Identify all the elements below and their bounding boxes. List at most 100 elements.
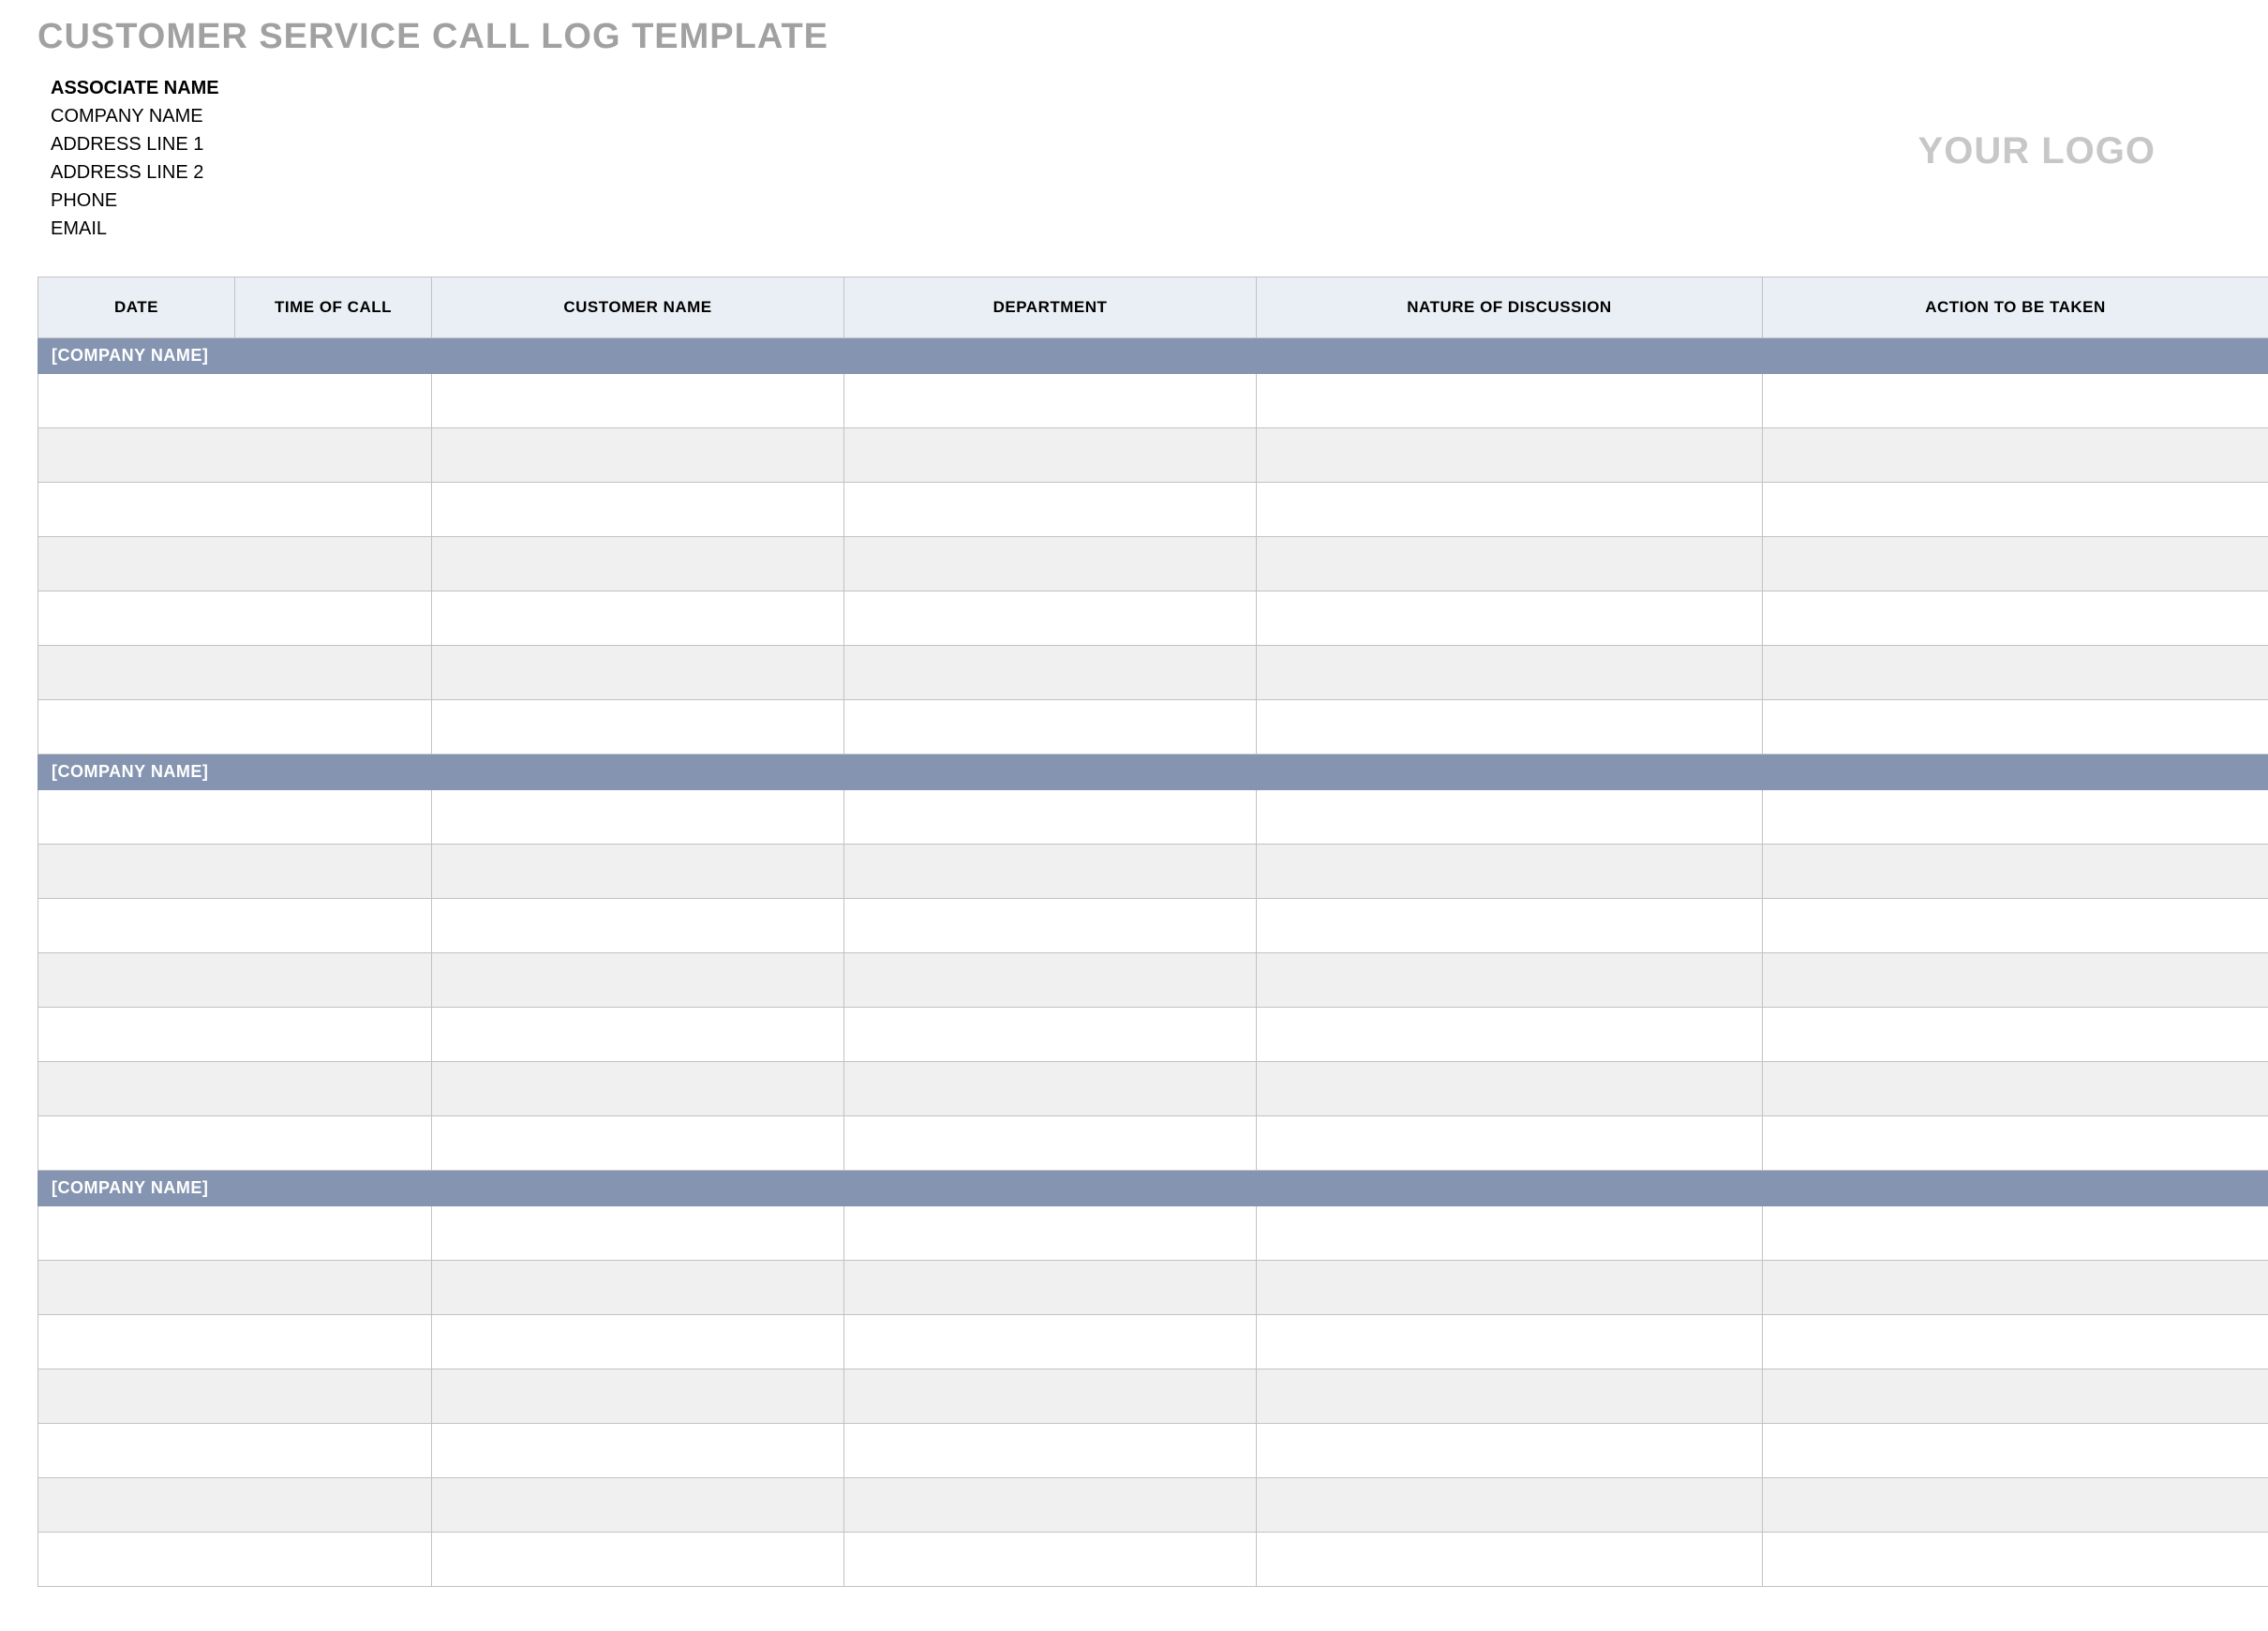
input-dept[interactable] — [854, 1065, 1250, 1113]
input-action[interactable] — [1772, 1264, 2262, 1311]
input-dept[interactable] — [854, 1372, 1250, 1420]
input-time[interactable] — [245, 486, 425, 533]
cell-dept[interactable] — [844, 537, 1257, 591]
cell-nature[interactable] — [1257, 1478, 1763, 1533]
input-time[interactable] — [245, 703, 425, 751]
cell-action[interactable] — [1763, 1315, 2268, 1369]
cell-nature[interactable] — [1257, 537, 1763, 591]
cell-dept[interactable] — [844, 1424, 1257, 1478]
cell-action[interactable] — [1763, 591, 2268, 646]
cell-time[interactable] — [235, 845, 432, 899]
cell-time[interactable] — [235, 483, 432, 537]
input-action[interactable] — [1772, 1372, 2262, 1420]
cell-action[interactable] — [1763, 1478, 2268, 1533]
input-dept[interactable] — [854, 1535, 1250, 1583]
cell-time[interactable] — [235, 1369, 432, 1424]
input-date[interactable] — [48, 1209, 229, 1257]
input-nature[interactable] — [1266, 649, 1756, 696]
input-time[interactable] — [245, 377, 425, 425]
cell-action[interactable] — [1763, 899, 2268, 953]
input-nature[interactable] — [1266, 1318, 1756, 1366]
input-customer[interactable] — [441, 1318, 838, 1366]
input-dept[interactable] — [854, 540, 1250, 588]
input-time[interactable] — [245, 1372, 425, 1420]
input-dept[interactable] — [854, 377, 1250, 425]
input-nature[interactable] — [1266, 431, 1756, 479]
cell-nature[interactable] — [1257, 1206, 1763, 1261]
cell-time[interactable] — [235, 953, 432, 1008]
input-time[interactable] — [245, 1119, 425, 1167]
cell-customer[interactable] — [432, 1206, 844, 1261]
cell-dept[interactable] — [844, 374, 1257, 428]
input-action[interactable] — [1772, 1209, 2262, 1257]
cell-action[interactable] — [1763, 1261, 2268, 1315]
cell-nature[interactable] — [1257, 1424, 1763, 1478]
input-nature[interactable] — [1266, 1209, 1756, 1257]
cell-nature[interactable] — [1257, 428, 1763, 483]
input-nature[interactable] — [1266, 1010, 1756, 1058]
cell-nature[interactable] — [1257, 1369, 1763, 1424]
cell-nature[interactable] — [1257, 1116, 1763, 1171]
input-date[interactable] — [48, 431, 229, 479]
cell-time[interactable] — [235, 591, 432, 646]
cell-date[interactable] — [38, 1206, 235, 1261]
cell-customer[interactable] — [432, 953, 844, 1008]
cell-nature[interactable] — [1257, 953, 1763, 1008]
input-dept[interactable] — [854, 956, 1250, 1004]
input-time[interactable] — [245, 847, 425, 895]
cell-nature[interactable] — [1257, 1062, 1763, 1116]
input-action[interactable] — [1772, 431, 2262, 479]
cell-dept[interactable] — [844, 1261, 1257, 1315]
cell-dept[interactable] — [844, 1206, 1257, 1261]
cell-action[interactable] — [1763, 790, 2268, 845]
cell-date[interactable] — [38, 374, 235, 428]
cell-date[interactable] — [38, 953, 235, 1008]
cell-time[interactable] — [235, 1062, 432, 1116]
input-nature[interactable] — [1266, 377, 1756, 425]
input-customer[interactable] — [441, 902, 838, 950]
cell-time[interactable] — [235, 700, 432, 755]
cell-time[interactable] — [235, 537, 432, 591]
cell-time[interactable] — [235, 1533, 432, 1587]
input-customer[interactable] — [441, 594, 838, 642]
cell-action[interactable] — [1763, 1116, 2268, 1171]
cell-time[interactable] — [235, 1206, 432, 1261]
cell-action[interactable] — [1763, 428, 2268, 483]
cell-time[interactable] — [235, 1478, 432, 1533]
input-dept[interactable] — [854, 1209, 1250, 1257]
input-time[interactable] — [245, 431, 425, 479]
input-date[interactable] — [48, 1065, 229, 1113]
input-action[interactable] — [1772, 703, 2262, 751]
input-customer[interactable] — [441, 793, 838, 841]
input-customer[interactable] — [441, 703, 838, 751]
cell-date[interactable] — [38, 591, 235, 646]
cell-date[interactable] — [38, 790, 235, 845]
cell-dept[interactable] — [844, 953, 1257, 1008]
input-date[interactable] — [48, 1119, 229, 1167]
cell-dept[interactable] — [844, 1116, 1257, 1171]
cell-customer[interactable] — [432, 483, 844, 537]
cell-customer[interactable] — [432, 1261, 844, 1315]
cell-customer[interactable] — [432, 1533, 844, 1587]
input-date[interactable] — [48, 902, 229, 950]
cell-date[interactable] — [38, 845, 235, 899]
input-dept[interactable] — [854, 1481, 1250, 1529]
cell-time[interactable] — [235, 646, 432, 700]
input-dept[interactable] — [854, 486, 1250, 533]
cell-customer[interactable] — [432, 1116, 844, 1171]
cell-dept[interactable] — [844, 1478, 1257, 1533]
input-date[interactable] — [48, 649, 229, 696]
input-customer[interactable] — [441, 1427, 838, 1474]
cell-action[interactable] — [1763, 845, 2268, 899]
cell-dept[interactable] — [844, 1533, 1257, 1587]
input-nature[interactable] — [1266, 847, 1756, 895]
input-action[interactable] — [1772, 377, 2262, 425]
input-customer[interactable] — [441, 486, 838, 533]
cell-nature[interactable] — [1257, 790, 1763, 845]
input-customer[interactable] — [441, 847, 838, 895]
input-date[interactable] — [48, 956, 229, 1004]
cell-customer[interactable] — [432, 374, 844, 428]
cell-dept[interactable] — [844, 1315, 1257, 1369]
input-date[interactable] — [48, 1427, 229, 1474]
cell-action[interactable] — [1763, 374, 2268, 428]
